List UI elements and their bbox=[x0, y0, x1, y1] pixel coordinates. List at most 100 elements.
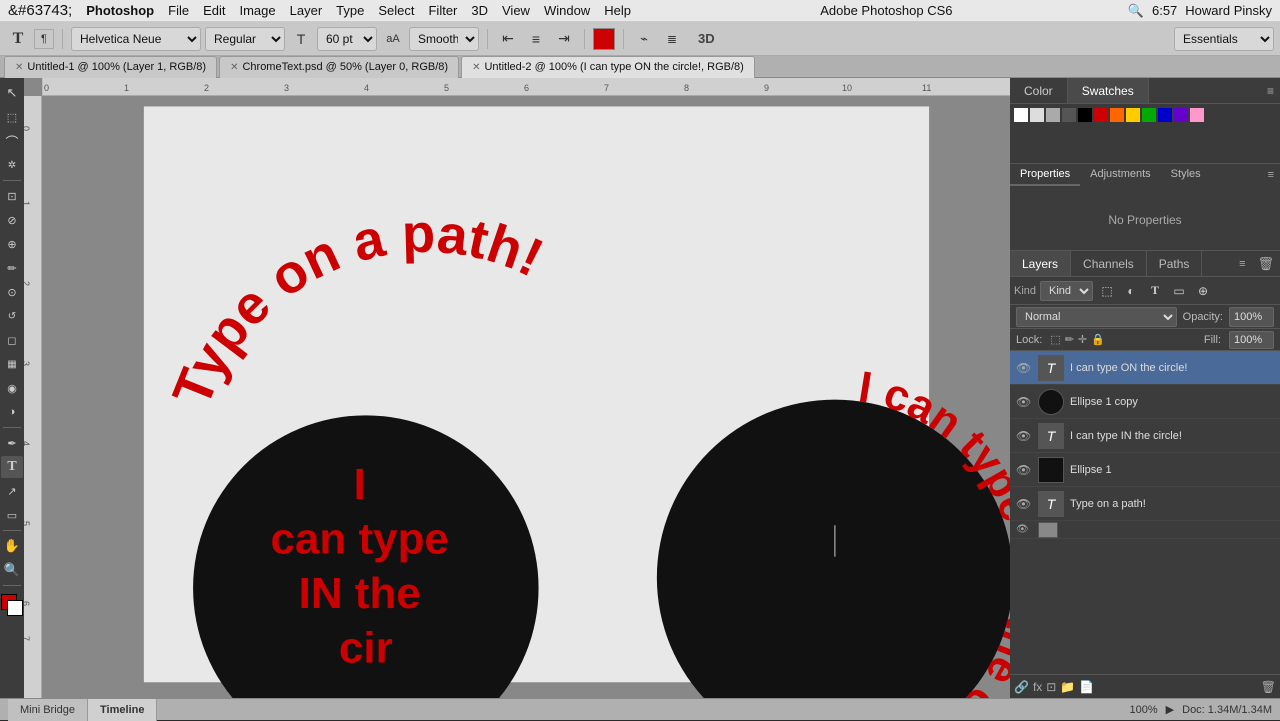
layer-item[interactable]: 👁 Ellipse 1 bbox=[1010, 453, 1280, 487]
panel-menu-icon[interactable]: ≡ bbox=[1261, 78, 1280, 103]
gradient-tool[interactable]: ▦ bbox=[1, 353, 23, 375]
layer-visibility-1[interactable]: 👁 bbox=[1016, 395, 1032, 409]
tab-close-untitled1[interactable]: ✕ bbox=[15, 62, 23, 73]
workspace-select[interactable]: Essentials bbox=[1174, 27, 1274, 51]
magic-wand-tool[interactable]: ✲ bbox=[1, 154, 23, 176]
tab-untitled1[interactable]: ✕ Untitled-1 @ 100% (Layer 1, RGB/8) bbox=[4, 56, 217, 78]
eraser-tool[interactable]: ◻ bbox=[1, 329, 23, 351]
menu-file[interactable]: File bbox=[168, 3, 189, 18]
fill-input[interactable] bbox=[1229, 331, 1274, 349]
menu-3d[interactable]: 3D bbox=[471, 3, 488, 18]
filter-shape-icon[interactable]: ▭ bbox=[1169, 281, 1189, 301]
lock-position-icon[interactable]: ✛ bbox=[1078, 333, 1087, 346]
zoom-tool[interactable]: 🔍 bbox=[1, 559, 23, 581]
swatch-green[interactable] bbox=[1142, 108, 1156, 122]
layers-menu-icon[interactable]: ≡ bbox=[1233, 258, 1251, 270]
opacity-input[interactable] bbox=[1229, 307, 1274, 327]
layer-visibility-4[interactable]: 👁 bbox=[1016, 497, 1032, 511]
menu-filter[interactable]: Filter bbox=[428, 3, 457, 18]
text-tool-icon[interactable]: T bbox=[6, 27, 30, 51]
swatch-black[interactable] bbox=[1078, 108, 1092, 122]
menu-image[interactable]: Image bbox=[239, 3, 275, 18]
layer-visibility-5[interactable]: 👁 bbox=[1016, 524, 1032, 535]
marquee-tool[interactable]: ⬚ bbox=[1, 106, 23, 128]
layer-visibility-0[interactable]: 👁 bbox=[1016, 361, 1032, 375]
swatch-purple[interactable] bbox=[1174, 108, 1188, 122]
lasso-tool[interactable]: ⌒ bbox=[1, 130, 23, 152]
filter-type-icon[interactable]: T bbox=[1145, 281, 1165, 301]
toggle-char-panel-icon[interactable]: ¶ bbox=[34, 29, 54, 49]
filter-pixel-icon[interactable]: ⬚ bbox=[1097, 281, 1117, 301]
shape-tool[interactable]: ▭ bbox=[1, 504, 23, 526]
menu-edit[interactable]: Edit bbox=[203, 3, 225, 18]
swatch-pink[interactable] bbox=[1190, 108, 1204, 122]
tab-timeline[interactable]: Timeline bbox=[88, 699, 157, 721]
tab-mini-bridge[interactable]: Mini Bridge bbox=[8, 699, 88, 721]
font-style-select[interactable]: Regular bbox=[205, 27, 285, 51]
filter-adjust-icon[interactable]: ◐ bbox=[1121, 281, 1141, 301]
swatch-orange[interactable] bbox=[1110, 108, 1124, 122]
font-size-select[interactable]: 60 pt bbox=[317, 27, 377, 51]
swatch-white[interactable] bbox=[1014, 108, 1028, 122]
new-layer-icon[interactable]: 📄 bbox=[1079, 680, 1094, 694]
layer-item[interactable]: 👁 T Type on a path! bbox=[1010, 487, 1280, 521]
tab-properties[interactable]: Properties bbox=[1010, 164, 1080, 186]
swatch-gray[interactable] bbox=[1046, 108, 1060, 122]
history-tool[interactable]: ↺ bbox=[1, 305, 23, 327]
new-group-icon[interactable]: 📁 bbox=[1060, 680, 1075, 694]
eyedropper-tool[interactable]: ⊘ bbox=[1, 209, 23, 231]
search-icon[interactable]: 🔍 bbox=[1128, 3, 1144, 19]
blur-tool[interactable]: ◉ bbox=[1, 377, 23, 399]
tab-close-chrometext[interactable]: ✕ bbox=[230, 62, 238, 73]
path-select-tool[interactable]: ↗ bbox=[1, 480, 23, 502]
align-left-icon[interactable]: ⇤ bbox=[496, 27, 520, 51]
add-style-icon[interactable]: fx bbox=[1033, 680, 1042, 694]
color-chips[interactable] bbox=[1, 594, 23, 616]
tab-chrometext[interactable]: ✕ ChromeText.psd @ 50% (Layer 0, RGB/8) bbox=[219, 56, 459, 78]
add-mask-icon[interactable]: ⊡ bbox=[1046, 680, 1056, 694]
align-right-icon[interactable]: ⇥ bbox=[552, 27, 576, 51]
text-color-swatch[interactable] bbox=[593, 28, 615, 50]
text-tool[interactable]: T bbox=[1, 456, 23, 478]
layer-visibility-2[interactable]: 👁 bbox=[1016, 429, 1032, 443]
tab-swatches[interactable]: Swatches bbox=[1068, 78, 1149, 103]
lock-image-icon[interactable]: ✏ bbox=[1065, 333, 1074, 346]
crop-tool[interactable]: ⊡ bbox=[1, 185, 23, 207]
delete-layer-icon[interactable]: 🗑 bbox=[1251, 256, 1280, 272]
stamp-tool[interactable]: ⊙ bbox=[1, 281, 23, 303]
swatch-yellow[interactable] bbox=[1126, 108, 1140, 122]
tab-styles[interactable]: Styles bbox=[1161, 164, 1211, 186]
delete-layer-btn[interactable]: 🗑 bbox=[1261, 680, 1276, 694]
status-arrow[interactable]: ▶ bbox=[1166, 703, 1174, 716]
layer-item[interactable]: 👁 T I can type IN the circle! bbox=[1010, 419, 1280, 453]
hand-tool[interactable]: ✋ bbox=[1, 535, 23, 557]
menu-layer[interactable]: Layer bbox=[290, 3, 323, 18]
layer-item-partial[interactable]: 👁 bbox=[1010, 521, 1280, 539]
lock-transparent-icon[interactable]: ⬚ bbox=[1050, 333, 1060, 346]
faux-bold-icon[interactable]: aA bbox=[381, 27, 405, 51]
toggle-char-para-icon[interactable]: ≣ bbox=[660, 27, 684, 51]
brush-tool[interactable]: ✏ bbox=[1, 257, 23, 279]
swatch-red[interactable] bbox=[1094, 108, 1108, 122]
tab-close-untitled2[interactable]: ✕ bbox=[472, 62, 480, 73]
layer-item[interactable]: 👁 Ellipse 1 copy bbox=[1010, 385, 1280, 419]
swatch-blue[interactable] bbox=[1158, 108, 1172, 122]
menu-view[interactable]: View bbox=[502, 3, 530, 18]
tab-adjustments[interactable]: Adjustments bbox=[1080, 164, 1161, 186]
swatch-lightgray[interactable] bbox=[1030, 108, 1044, 122]
properties-menu-icon[interactable]: ≡ bbox=[1262, 164, 1280, 186]
swatch-darkgray[interactable] bbox=[1062, 108, 1076, 122]
tab-layers[interactable]: Layers bbox=[1010, 251, 1071, 276]
healing-tool[interactable]: ⊕ bbox=[1, 233, 23, 255]
warp-text-icon[interactable]: ⌁ bbox=[632, 27, 656, 51]
antialiasing-select[interactable]: Smooth bbox=[409, 27, 479, 51]
blend-mode-select[interactable]: Normal bbox=[1016, 307, 1177, 327]
font-family-select[interactable]: Helvetica Neue bbox=[71, 27, 201, 51]
layer-item[interactable]: 👁 T I can type ON the circle! bbox=[1010, 351, 1280, 385]
dodge-tool[interactable]: ◑ bbox=[1, 401, 23, 423]
tab-paths[interactable]: Paths bbox=[1147, 251, 1203, 276]
link-layers-icon[interactable]: 🔗 bbox=[1014, 680, 1029, 694]
move-tool[interactable]: ↖ bbox=[1, 82, 23, 104]
pen-tool[interactable]: ✒ bbox=[1, 432, 23, 454]
tab-color[interactable]: Color bbox=[1010, 78, 1068, 103]
